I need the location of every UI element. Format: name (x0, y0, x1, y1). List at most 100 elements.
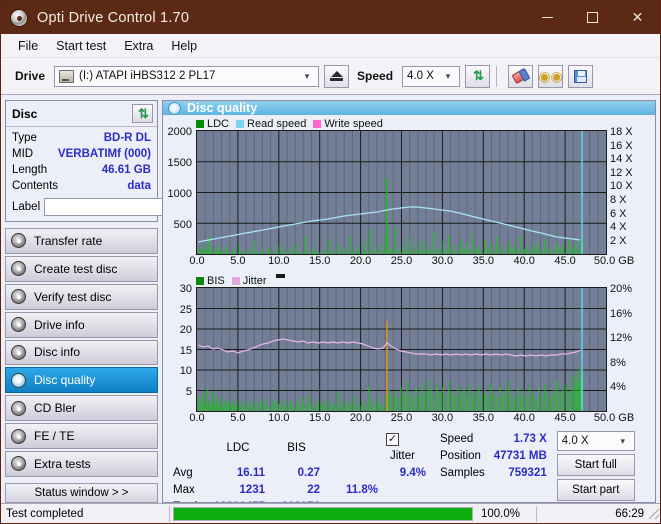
speed-select-value: 4.0 X (407, 70, 434, 82)
menu-file[interactable]: File (9, 37, 47, 55)
sidebar-item-label: Extra tests (34, 456, 91, 471)
y-tick: 5 (185, 385, 192, 398)
sidebar-item-fe-te[interactable]: FE / TE (5, 423, 158, 449)
stats-table: LDC BIS ✓ Jitter Avg 16.11 0.27 9.4% Max… (169, 431, 430, 502)
menu-help[interactable]: Help (162, 37, 206, 55)
refresh-icon: ⇅ (473, 68, 484, 83)
sidebar-item-disc-info[interactable]: Disc info (5, 339, 158, 366)
x-tick: 50.0 GB (593, 412, 635, 424)
start-full-button[interactable]: Start full (556, 454, 635, 476)
jitter-checkbox[interactable]: ✓ (386, 433, 399, 446)
menu-start-test[interactable]: Start test (47, 37, 115, 55)
meta-table: Speed 1.73 X Position 47731 MB Samples 7… (436, 431, 551, 482)
page-title: Disc quality (187, 101, 258, 115)
save-button[interactable] (568, 64, 594, 88)
y-tick: 1500 (167, 157, 192, 169)
sidebar-item-label: CD Bler (34, 401, 77, 416)
erase-button[interactable] (508, 64, 534, 88)
start-part-button[interactable]: Start part (556, 479, 635, 501)
disc-icon (11, 400, 26, 416)
menu-extra[interactable]: Extra (115, 37, 162, 55)
disc-row-value: BD-R DL (103, 132, 151, 144)
sidebar-item-transfer-rate[interactable]: Transfer rate (5, 228, 158, 254)
meta-row-position: Position 47731 MB (436, 448, 551, 465)
status-window-button[interactable]: Status window > > (5, 482, 158, 504)
legend-label: Jitter (242, 275, 267, 287)
panel-header: Disc quality (163, 101, 655, 115)
toolbar: Drive (I:) ATAPI iHBS312 2 PL17 ▾ Speed … (1, 58, 660, 95)
sidebar-item-verify-test-disc[interactable]: Verify test disc (5, 283, 158, 310)
ldc-y-axis-left: 2000 1500 1000 500 (163, 126, 196, 255)
drive-select-value: (I:) ATAPI iHBS312 2 PL17 (79, 70, 216, 82)
legend-swatch (313, 120, 322, 128)
disc-icon (11, 428, 26, 444)
drive-select[interactable]: (I:) ATAPI iHBS312 2 PL17 ▾ (54, 65, 320, 87)
menu-bar: File Start test Extra Help (1, 34, 660, 58)
x-tick: 35.0 (472, 255, 495, 267)
disc-row-key: Type (12, 132, 37, 144)
disc-icon (11, 344, 26, 360)
sidebar-item-label: Drive info (34, 317, 85, 332)
sidebar-item-disc-quality[interactable]: Disc quality (5, 367, 158, 394)
progress-bar-fill (174, 507, 472, 520)
disc-refresh-button[interactable]: ⇅ (132, 104, 153, 123)
ldc-x-axis: 0.0 5.0 10.0 15.0 20.0 25.0 30.0 35.0 40… (189, 255, 634, 270)
ldc-y-axis-right: 18 X 16 X 14 X 12 X 10 X 8 X 6 X 4 X 2 X (607, 126, 644, 255)
drive-label: Drive (15, 69, 46, 83)
sidebar-item-label: Disc quality (34, 373, 96, 388)
sidebar-item-create-test-disc[interactable]: Create test disc (5, 255, 158, 282)
y-tick: 15 (179, 344, 192, 357)
x-tick: 30.0 (431, 255, 454, 267)
row-label: Avg (173, 467, 193, 479)
sidebar-item-cd-bler[interactable]: CD Bler (5, 395, 158, 422)
position-label: Position (440, 450, 481, 462)
x-tick: 20.0 (349, 255, 372, 267)
speed-select[interactable]: 4.0 X ▾ (402, 65, 461, 87)
y2-tick: 8% (610, 356, 626, 369)
resize-grip-icon[interactable] (649, 508, 659, 519)
sidebar-item-extra-tests[interactable]: Extra tests (5, 451, 158, 477)
bis-plot-svg (197, 288, 606, 411)
y2-tick: 20% (610, 283, 633, 295)
table-row: Avg 16.11 0.27 9.4% (169, 465, 430, 482)
y2-tick: 12 X (610, 166, 633, 179)
chevron-down-icon: ▾ (304, 70, 310, 81)
close-icon[interactable]: ✕ (615, 1, 660, 34)
window-title: Opti Drive Control 1.70 (37, 9, 190, 26)
app-disc-icon (10, 8, 28, 27)
coins-button[interactable]: ◉◉ (538, 64, 564, 88)
speed-label: Speed (357, 69, 394, 83)
read-speed-line (197, 206, 581, 243)
title-bar: Opti Drive Control 1.70 ✕ (1, 1, 660, 34)
ldc-plot-row: 2000 1500 1000 500 18 X 16 X 14 X 12 X 1… (163, 126, 655, 255)
speed-value: 1.73 X (513, 433, 547, 445)
minimize-button[interactable] (525, 1, 570, 34)
bis-x-axis: 0.0 5.0 10.0 15.0 20.0 25.0 30.0 35.0 40… (189, 412, 634, 427)
refresh-button[interactable]: ⇅ (465, 64, 491, 88)
disc-row-key: Contents (12, 180, 59, 192)
eject-button[interactable] (324, 64, 350, 88)
bis-y-axis-left: 30 25 20 15 10 5 (163, 283, 196, 412)
meta-row-samples: Samples 759321 (436, 465, 551, 482)
legend-marker-icon (275, 274, 285, 278)
y-tick: 10 (179, 365, 192, 377)
disc-icon (11, 317, 26, 333)
disc-panel-header: Disc ⇅ (6, 101, 157, 127)
chevron-down-icon: ▾ (620, 435, 626, 446)
sidebar: Disc ⇅ Type BD-R DL MID VERBATIMf (000) (5, 100, 249, 504)
x-tick: 40.0 (513, 255, 535, 267)
status-message: Test completed (6, 507, 84, 520)
save-icon (574, 69, 588, 83)
toolbar-divider (496, 65, 498, 87)
x-tick: 45.0 (554, 412, 576, 424)
maximize-button[interactable] (570, 1, 615, 34)
disc-icon (11, 289, 26, 305)
cell-jitter-max: 11.8% (346, 484, 378, 496)
disc-row-key: Length (12, 164, 48, 176)
x-tick: 0.0 (189, 412, 205, 424)
table-row: Max 1231 22 11.8% (169, 482, 430, 499)
y-tick: 25 (179, 303, 192, 316)
sidebar-item-drive-info[interactable]: Drive info (5, 311, 158, 338)
test-speed-select[interactable]: 4.0 X ▾ (556, 431, 635, 451)
bis-chart: BIS Jitter 30 25 20 15 10 5 20% 16% 12% … (163, 272, 655, 427)
